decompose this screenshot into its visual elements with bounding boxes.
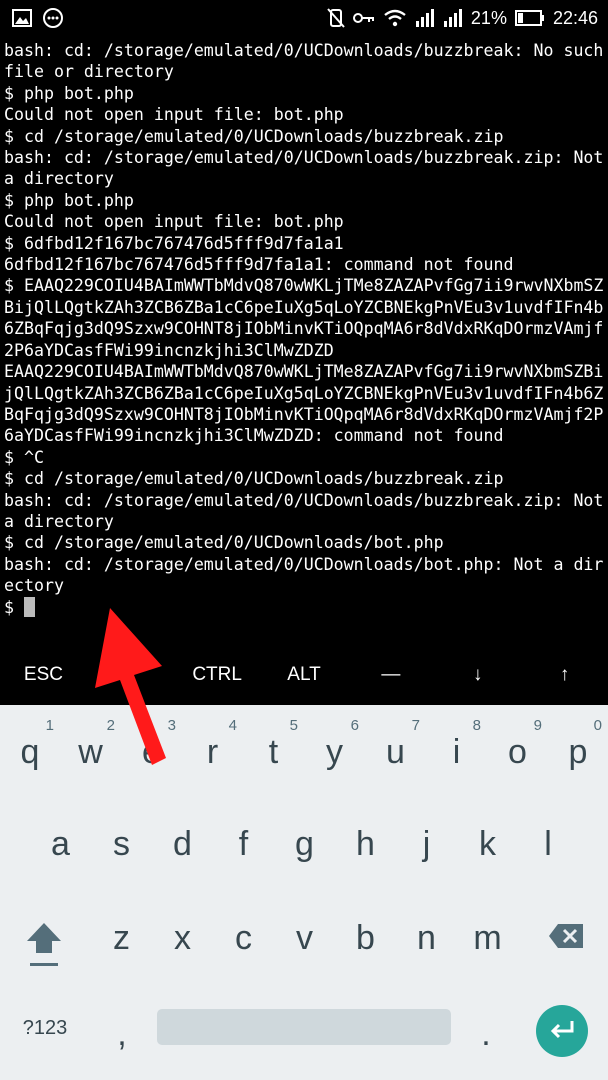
terminal-line: $ EAAQ229COIU4BAImWWTbMdvQ870wWKLjTMe8ZA… <box>4 276 604 360</box>
up-arrow-key[interactable]: ↑ <box>521 664 608 686</box>
symbols-key[interactable]: ?123 <box>0 987 90 1077</box>
key-y[interactable]: 6y <box>304 705 365 795</box>
period-key[interactable]: . <box>456 987 516 1077</box>
key-g[interactable]: g <box>274 797 335 887</box>
status-bar: 21% 22:46 <box>0 0 608 38</box>
enter-key[interactable] <box>536 1005 588 1057</box>
esc-key[interactable]: ESC <box>0 664 87 686</box>
key-t[interactable]: 5t <box>243 705 304 795</box>
terminal-line: 6dfbd12f167bc767476d5fff9d7fa1a1: comman… <box>4 255 514 275</box>
keyboard-row-2: a s d f g h j k l <box>0 797 608 887</box>
key-m[interactable]: m <box>457 891 518 981</box>
battery-percent: 21% <box>470 8 507 28</box>
chat-icon <box>43 8 63 28</box>
terminal-output[interactable]: bash: cd: /storage/emulated/0/UCDownload… <box>4 40 604 645</box>
terminal-prompt-line[interactable]: $ <box>4 596 604 618</box>
signal-icon <box>415 9 434 27</box>
backspace-icon <box>549 924 583 948</box>
terminal-line: $ cd /storage/emulated/0/UCDownloads/buz… <box>4 126 504 146</box>
key-a[interactable]: a <box>30 797 91 887</box>
shift-icon <box>27 923 61 966</box>
key-s[interactable]: s <box>91 797 152 887</box>
terminal-line: bash: cd: /storage/emulated/0/UCDownload… <box>4 41 604 82</box>
comma-key[interactable]: , <box>92 987 152 1077</box>
key-b[interactable]: b <box>335 891 396 981</box>
prompt: $ <box>4 597 24 617</box>
terminal-line: $ ^C <box>4 447 44 467</box>
terminal-line: $ php bot.php <box>4 190 134 210</box>
key-icon <box>352 13 374 23</box>
key-o[interactable]: 9o <box>487 705 548 795</box>
key-c[interactable]: c <box>213 891 274 981</box>
key-u[interactable]: 7u <box>365 705 426 795</box>
terminal-line: $ cd /storage/emulated/0/UCDownloads/bot… <box>4 533 444 553</box>
terminal-line: Could not open input file: bot.php <box>4 105 344 125</box>
clock: 22:46 <box>552 8 598 28</box>
image-icon <box>12 9 32 27</box>
battery-icon <box>514 10 544 26</box>
terminal-line: $ 6dfbd12f167bc767476d5fff9d7fa1a1 <box>4 233 344 253</box>
terminal-line: EAAQ229COIU4BAImWWTbMdvQ870wWKLjTMe8ZAZA… <box>4 362 604 446</box>
key-j[interactable]: j <box>396 797 457 887</box>
key-r[interactable]: 4r <box>182 705 243 795</box>
dash-key[interactable]: — <box>347 664 434 686</box>
key-f[interactable]: f <box>213 797 274 887</box>
key-i[interactable]: 8i <box>426 705 487 795</box>
key-e[interactable]: 3e <box>121 705 182 795</box>
ctrl-key[interactable]: CTRL <box>174 664 261 686</box>
key-w[interactable]: 2w <box>60 705 121 795</box>
terminal-line: bash: cd: /storage/emulated/0/UCDownload… <box>4 490 604 531</box>
soft-keyboard: 1q 2w 3e 4r 5t 6y 7u 8i 9o 0p a s d f g … <box>0 705 608 1080</box>
key-x[interactable]: x <box>152 891 213 981</box>
signal-icon <box>443 9 462 27</box>
space-bar[interactable] <box>157 1009 451 1045</box>
key-h[interactable]: h <box>335 797 396 887</box>
extra-keys-row: ESC CTRL ALT — ↓ ↑ <box>0 645 608 705</box>
terminal-line: $ php bot.php <box>4 83 134 103</box>
wifi-icon <box>384 9 406 27</box>
terminal-line: bash: cd: /storage/emulated/0/UCDownload… <box>4 148 604 189</box>
key-d[interactable]: d <box>152 797 213 887</box>
alt-key[interactable]: ALT <box>261 664 348 686</box>
shift-key[interactable] <box>0 891 88 981</box>
terminal-line: bash: cd: /storage/emulated/0/UCDownload… <box>4 554 604 596</box>
down-arrow-key[interactable]: ↓ <box>434 664 521 686</box>
key-l[interactable]: l <box>518 797 578 887</box>
text-cursor <box>23 596 35 617</box>
backspace-key[interactable] <box>520 891 608 981</box>
key-v[interactable]: v <box>274 891 335 981</box>
enter-icon <box>550 1021 574 1039</box>
terminal-line: $ cd /storage/emulated/0/UCDownloads/buz… <box>4 469 504 489</box>
keyboard-row-3: z x c v b n m <box>0 891 608 981</box>
key-k[interactable]: k <box>457 797 518 887</box>
terminal-line: Could not open input file: bot.php <box>4 212 344 232</box>
keyboard-row-1: 1q 2w 3e 4r 5t 6y 7u 8i 9o 0p <box>0 705 608 795</box>
key-n[interactable]: n <box>396 891 457 981</box>
key-q[interactable]: 1q <box>0 705 60 795</box>
key-z[interactable]: z <box>91 891 152 981</box>
key-p[interactable]: 0p <box>548 705 608 795</box>
mute-icon <box>327 8 345 28</box>
